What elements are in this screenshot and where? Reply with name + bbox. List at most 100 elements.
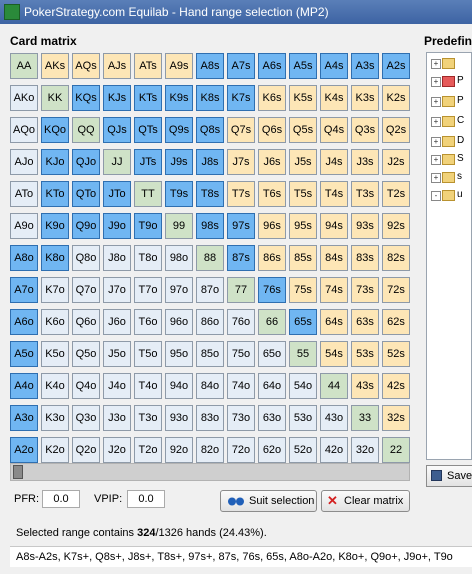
hand-cell-92o[interactable]: 92o bbox=[165, 437, 193, 463]
hand-cell-J9s[interactable]: J9s bbox=[165, 149, 193, 175]
hand-cell-82s[interactable]: 82s bbox=[382, 245, 410, 271]
hand-cell-98o[interactable]: 98o bbox=[165, 245, 193, 271]
hand-cell-K6s[interactable]: K6s bbox=[258, 85, 286, 111]
hand-cell-A8s[interactable]: A8s bbox=[196, 53, 224, 79]
hand-cell-A4o[interactable]: A4o bbox=[10, 373, 38, 399]
hand-cell-K4s[interactable]: K4s bbox=[320, 85, 348, 111]
hand-cell-J3s[interactable]: J3s bbox=[351, 149, 379, 175]
tree-node[interactable]: + C bbox=[431, 115, 471, 129]
hand-cell-93s[interactable]: 93s bbox=[351, 213, 379, 239]
hand-cell-42o[interactable]: 42o bbox=[320, 437, 348, 463]
hand-cell-Q5o[interactable]: Q5o bbox=[72, 341, 100, 367]
hand-cell-65s[interactable]: 65s bbox=[289, 309, 317, 335]
hand-cell-Q4s[interactable]: Q4s bbox=[320, 117, 348, 143]
hand-cell-85s[interactable]: 85s bbox=[289, 245, 317, 271]
suit-selection-button[interactable]: Suit selection bbox=[220, 490, 317, 512]
hand-cell-Q6s[interactable]: Q6s bbox=[258, 117, 286, 143]
clear-matrix-button[interactable]: ✕ Clear matrix bbox=[321, 490, 410, 512]
hand-cell-ATo[interactable]: ATo bbox=[10, 181, 38, 207]
hand-cell-A6o[interactable]: A6o bbox=[10, 309, 38, 335]
hand-cell-T2o[interactable]: T2o bbox=[134, 437, 162, 463]
tree-node[interactable]: + s bbox=[431, 171, 471, 185]
hand-cell-43o[interactable]: 43o bbox=[320, 405, 348, 431]
hand-cell-62o[interactable]: 62o bbox=[258, 437, 286, 463]
hand-cell-T9s[interactable]: T9s bbox=[165, 181, 193, 207]
hand-cell-QTo[interactable]: QTo bbox=[72, 181, 100, 207]
save-button[interactable]: Save bbox=[426, 465, 472, 487]
hand-cell-K8o[interactable]: K8o bbox=[41, 245, 69, 271]
hand-cell-97o[interactable]: 97o bbox=[165, 277, 193, 303]
hand-cell-J2o[interactable]: J2o bbox=[103, 437, 131, 463]
hand-cell-AJo[interactable]: AJo bbox=[10, 149, 38, 175]
expand-icon[interactable]: + bbox=[431, 77, 441, 87]
hand-cell-76s[interactable]: 76s bbox=[258, 277, 286, 303]
hand-cell-J6s[interactable]: J6s bbox=[258, 149, 286, 175]
hand-cell-T5s[interactable]: T5s bbox=[289, 181, 317, 207]
hand-cell-Q8o[interactable]: Q8o bbox=[72, 245, 100, 271]
tree-node[interactable]: + S bbox=[431, 153, 471, 167]
hand-cell-Q5s[interactable]: Q5s bbox=[289, 117, 317, 143]
hand-cell-T5o[interactable]: T5o bbox=[134, 341, 162, 367]
hand-cell-Q2s[interactable]: Q2s bbox=[382, 117, 410, 143]
hand-cell-K7o[interactable]: K7o bbox=[41, 277, 69, 303]
hand-cell-K7s[interactable]: K7s bbox=[227, 85, 255, 111]
hand-cell-87s[interactable]: 87s bbox=[227, 245, 255, 271]
hand-cell-K2o[interactable]: K2o bbox=[41, 437, 69, 463]
hand-cell-JTo[interactable]: JTo bbox=[103, 181, 131, 207]
hand-cell-J3o[interactable]: J3o bbox=[103, 405, 131, 431]
hand-cell-J7s[interactable]: J7s bbox=[227, 149, 255, 175]
hand-cell-75s[interactable]: 75s bbox=[289, 277, 317, 303]
hand-cell-Q7s[interactable]: Q7s bbox=[227, 117, 255, 143]
hand-cell-J5o[interactable]: J5o bbox=[103, 341, 131, 367]
hand-cell-QQ[interactable]: QQ bbox=[72, 117, 100, 143]
hand-cell-98s[interactable]: 98s bbox=[196, 213, 224, 239]
hand-cell-52s[interactable]: 52s bbox=[382, 341, 410, 367]
hand-cell-J4s[interactable]: J4s bbox=[320, 149, 348, 175]
hand-cell-TT[interactable]: TT bbox=[134, 181, 162, 207]
hand-cell-KTs[interactable]: KTs bbox=[134, 85, 162, 111]
hand-cell-74o[interactable]: 74o bbox=[227, 373, 255, 399]
hand-cell-T9o[interactable]: T9o bbox=[134, 213, 162, 239]
hand-cell-KJs[interactable]: KJs bbox=[103, 85, 131, 111]
hand-cell-33[interactable]: 33 bbox=[351, 405, 379, 431]
hand-cell-72o[interactable]: 72o bbox=[227, 437, 255, 463]
range-slider[interactable] bbox=[10, 463, 410, 481]
hand-cell-54s[interactable]: 54s bbox=[320, 341, 348, 367]
hand-cell-52o[interactable]: 52o bbox=[289, 437, 317, 463]
hand-cell-65o[interactable]: 65o bbox=[258, 341, 286, 367]
hand-cell-85o[interactable]: 85o bbox=[196, 341, 224, 367]
tree-node[interactable]: + P bbox=[431, 75, 471, 89]
hand-cell-86o[interactable]: 86o bbox=[196, 309, 224, 335]
hand-cell-53s[interactable]: 53s bbox=[351, 341, 379, 367]
hand-cell-A3s[interactable]: A3s bbox=[351, 53, 379, 79]
hand-cell-Q2o[interactable]: Q2o bbox=[72, 437, 100, 463]
hand-cell-J8s[interactable]: J8s bbox=[196, 149, 224, 175]
hand-cell-32o[interactable]: 32o bbox=[351, 437, 379, 463]
hand-cell-AA[interactable]: AA bbox=[10, 53, 38, 79]
hand-cell-A5s[interactable]: A5s bbox=[289, 53, 317, 79]
hand-cell-A8o[interactable]: A8o bbox=[10, 245, 38, 271]
hand-cell-84o[interactable]: 84o bbox=[196, 373, 224, 399]
hand-cell-AQo[interactable]: AQo bbox=[10, 117, 38, 143]
hand-cell-AJs[interactable]: AJs bbox=[103, 53, 131, 79]
tree-node[interactable]: + P bbox=[431, 95, 471, 109]
hand-cell-Q8s[interactable]: Q8s bbox=[196, 117, 224, 143]
hand-cell-86s[interactable]: 86s bbox=[258, 245, 286, 271]
hand-cell-84s[interactable]: 84s bbox=[320, 245, 348, 271]
expand-icon[interactable]: + bbox=[431, 59, 441, 69]
hand-cell-K8s[interactable]: K8s bbox=[196, 85, 224, 111]
hand-cell-62s[interactable]: 62s bbox=[382, 309, 410, 335]
hand-cell-T3s[interactable]: T3s bbox=[351, 181, 379, 207]
hand-cell-A9o[interactable]: A9o bbox=[10, 213, 38, 239]
hand-cell-Q3s[interactable]: Q3s bbox=[351, 117, 379, 143]
hand-cell-T6o[interactable]: T6o bbox=[134, 309, 162, 335]
hand-cell-97s[interactable]: 97s bbox=[227, 213, 255, 239]
hand-cell-ATs[interactable]: ATs bbox=[134, 53, 162, 79]
hand-cell-64s[interactable]: 64s bbox=[320, 309, 348, 335]
hand-cell-22[interactable]: 22 bbox=[382, 437, 410, 463]
hand-cell-Q9o[interactable]: Q9o bbox=[72, 213, 100, 239]
hand-cell-A6s[interactable]: A6s bbox=[258, 53, 286, 79]
hand-cell-96s[interactable]: 96s bbox=[258, 213, 286, 239]
hand-cell-KK[interactable]: KK bbox=[41, 85, 69, 111]
hand-cell-74s[interactable]: 74s bbox=[320, 277, 348, 303]
